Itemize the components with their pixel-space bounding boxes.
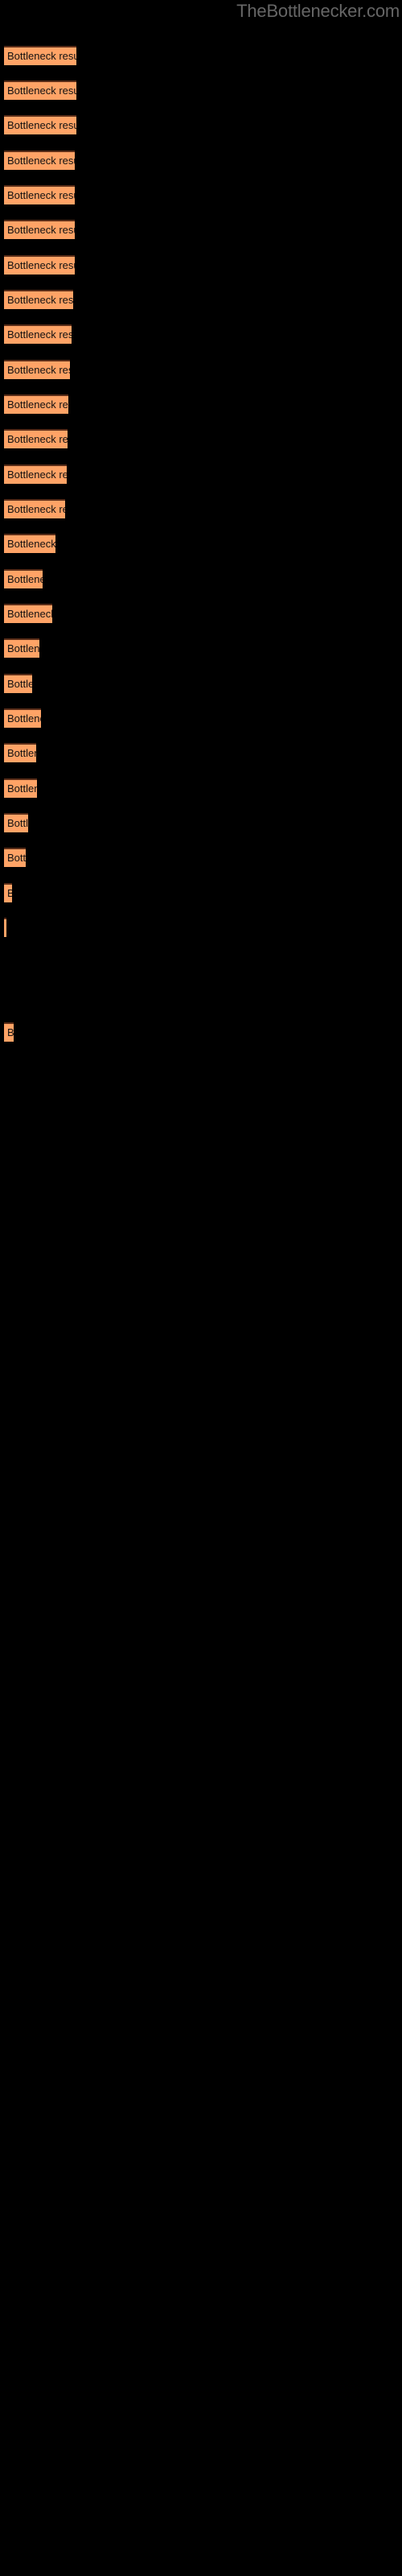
- bar-label: Bottleneck result: [7, 259, 75, 271]
- bar-label: Bottleneck result: [7, 50, 76, 62]
- bar-label-clip: Bottleneck result: [4, 883, 12, 904]
- bar-label: Bottleneck result: [7, 852, 26, 864]
- bar-label-clip: Bottleneck result: [4, 394, 68, 415]
- bar-label: Bottleneck result: [7, 1026, 14, 1038]
- bar-label-clip: Bottleneck result: [4, 185, 75, 206]
- bar-label: Bottleneck result: [7, 678, 32, 690]
- bar-label: Bottleneck result: [7, 608, 52, 620]
- bar-label: Bottleneck result: [7, 189, 75, 201]
- bar-label-clip: Bottleneck result: [4, 464, 67, 485]
- bar-label: Bottleneck result: [7, 398, 68, 411]
- bar-label-clip: Bottleneck result: [4, 708, 41, 729]
- bar-label: Bottleneck result: [7, 469, 67, 481]
- bar-label: Bottleneck result: [7, 433, 68, 445]
- bar-label: Bottleneck result: [7, 224, 75, 236]
- bar-label: Bottleneck result: [7, 119, 76, 131]
- bar-label-clip: Bottleneck result: [4, 534, 55, 555]
- bar-label-clip: Bottleneck result: [4, 499, 65, 520]
- bar-label-clip: Bottleneck result: [4, 918, 6, 939]
- bar-label-clip: Bottleneck result: [4, 324, 72, 345]
- bar-label-clip: Bottleneck result: [4, 151, 75, 171]
- bar-label-clip: Bottleneck result: [4, 638, 39, 659]
- bar-label-clip: Bottleneck result: [4, 290, 73, 311]
- bar-label: Bottleneck result: [7, 747, 36, 759]
- bar-label: Bottleneck result: [7, 817, 28, 829]
- bottleneck-chart-root: TheBottlenecker.com Bottleneck resultBot…: [0, 0, 402, 2576]
- bar-label-clip: Bottleneck result: [4, 743, 36, 764]
- bar-series: Bottleneck result Bottleneck result Bottle…: [0, 0, 402, 2576]
- bar-label-clip: Bottleneck result: [4, 604, 52, 625]
- bar-label: Bottleneck result: [7, 712, 41, 724]
- bar-label-clip: Bottleneck result: [4, 80, 76, 101]
- bar-label: Bottleneck result: [7, 538, 55, 550]
- bar-label: Bottleneck result: [7, 573, 43, 585]
- bar-label: Bottleneck result: [7, 782, 37, 795]
- bar-label-clip: Bottleneck result: [4, 255, 75, 276]
- bar-label-clip: Bottleneck result: [4, 778, 37, 799]
- bar-label-clip: Bottleneck result: [4, 360, 70, 381]
- bar-label-clip: Bottleneck result: [4, 569, 43, 590]
- bar-label-clip: Bottleneck result: [4, 46, 76, 67]
- bar-label-clip: Bottleneck result: [4, 429, 68, 450]
- bar-label: Bottleneck result: [7, 328, 72, 341]
- bar-label: Bottleneck result: [7, 155, 75, 167]
- bar-label: Bottleneck result: [7, 887, 12, 899]
- chart-clip: Bottleneck result Bottleneck result Bottle…: [0, 0, 402, 2576]
- bar-label: Bottleneck result: [7, 503, 65, 515]
- bar-label: Bottleneck result: [7, 294, 73, 306]
- bar-label-clip: Bottleneck result: [4, 220, 75, 241]
- bar-label: Bottleneck result: [7, 85, 76, 97]
- bar-label-clip: Bottleneck result: [4, 115, 76, 136]
- bar-label: Bottleneck result: [7, 364, 70, 376]
- bar-label-clip: Bottleneck result: [4, 848, 26, 869]
- bar-label-clip: Bottleneck result: [4, 674, 32, 695]
- bar-label: Bottleneck result: [7, 642, 39, 654]
- bar-label-clip: Bottleneck result: [4, 1022, 14, 1043]
- bar-label-clip: Bottleneck result: [4, 813, 28, 834]
